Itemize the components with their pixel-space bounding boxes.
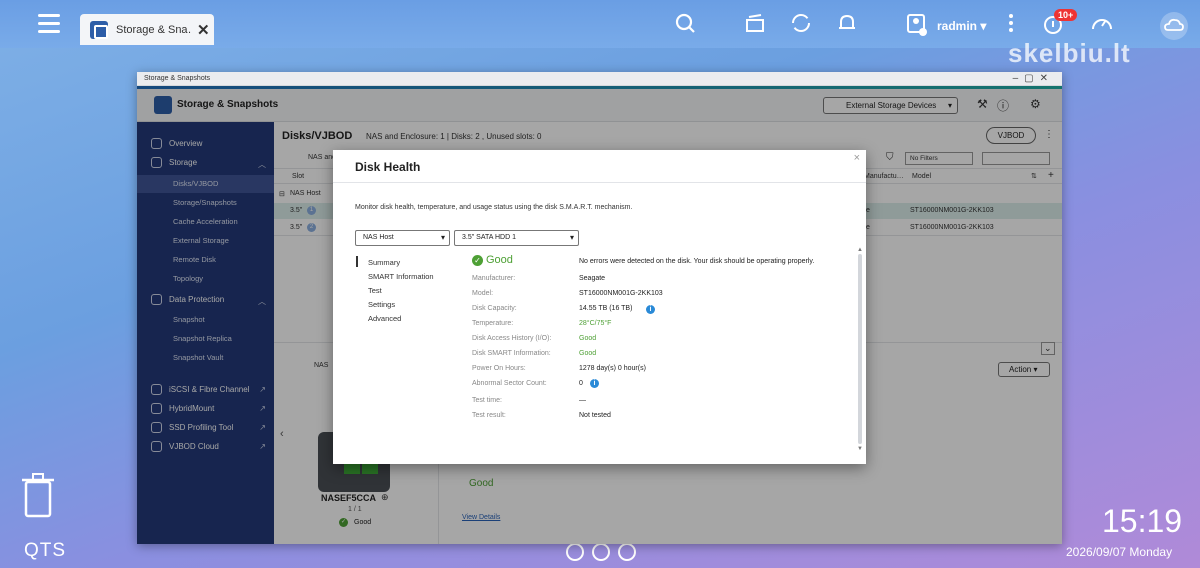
field-label: Disk SMART Information:	[472, 350, 551, 357]
trash-icon[interactable]	[18, 470, 58, 520]
field-value-smart-info: Good	[579, 350, 597, 357]
window-controls[interactable]: –▢✕	[1013, 73, 1054, 84]
field-label: Test time:	[472, 397, 502, 404]
resource-monitor-icon[interactable]	[1090, 12, 1114, 34]
watermark-logo: skelbiu.lt	[1008, 38, 1131, 68]
user-menu[interactable]: radmin ▾	[937, 19, 986, 33]
disk-select[interactable]: 3.5" SATA HDD 1	[454, 230, 579, 246]
close-tab-icon[interactable]: ✕	[197, 21, 210, 39]
dialog-scrollbar[interactable]	[858, 254, 862, 444]
field-value-abnormal-sectors: 0	[579, 380, 583, 387]
field-label: Abnormal Sector Count:	[472, 380, 547, 387]
status-message: No errors were detected on the disk. You…	[579, 258, 815, 265]
nav-smart-information[interactable]: SMART Information	[368, 272, 434, 281]
sector-info-icon[interactable]: i	[590, 379, 599, 388]
username: radmin	[937, 19, 978, 33]
dock-cloud-icon[interactable]	[566, 543, 584, 561]
dialog-title: Disk Health	[355, 160, 421, 174]
window-title: Storage & Snapshots	[144, 75, 211, 82]
clock-date: 2026/09/07 Monday	[1066, 545, 1173, 559]
field-label: Model:	[472, 290, 494, 297]
field-value-capacity: 14.55 TB (16 TB)	[579, 305, 633, 312]
more-options-icon[interactable]	[1006, 12, 1016, 34]
host-select-value: NAS Host	[363, 234, 394, 241]
field-value-manufacturer: Seagate	[579, 275, 606, 282]
media-icon[interactable]	[744, 12, 766, 34]
nav-advanced[interactable]: Advanced	[368, 314, 401, 323]
search-icon[interactable]	[674, 12, 696, 34]
os-label: QTS	[24, 540, 67, 561]
field-label: Disk Capacity:	[472, 305, 517, 312]
field-label: Manufacturer:	[472, 275, 516, 282]
field-label: Disk Access History (I/O):	[472, 335, 552, 342]
cloud-icon[interactable]	[1160, 12, 1188, 40]
dock-pause-icon[interactable]	[618, 543, 636, 561]
dialog-description: Monitor disk health, temperature, and us…	[355, 204, 633, 211]
field-value-test-time: —	[579, 397, 586, 404]
field-label: Temperature:	[472, 320, 514, 327]
field-value-access-history: Good	[579, 335, 597, 342]
field-value-temperature: 28°C/75°F	[579, 320, 612, 327]
field-label: Power On Hours:	[472, 365, 526, 372]
scroll-up-icon[interactable]: ▲	[857, 247, 863, 253]
capacity-info-icon[interactable]: i	[646, 305, 655, 314]
storage-app-icon	[90, 20, 108, 39]
scroll-down-icon[interactable]: ▼	[857, 446, 863, 452]
field-value-test-result: Not tested	[579, 412, 611, 419]
nav-settings[interactable]: Settings	[368, 300, 395, 309]
user-icon[interactable]	[906, 12, 928, 36]
host-select[interactable]: NAS Host	[355, 230, 450, 246]
sync-icon[interactable]	[790, 12, 812, 34]
field-value-power-on-hours: 1278 day(s) 0 hour(s)	[579, 365, 646, 372]
check-icon: ✓	[472, 254, 483, 266]
close-icon[interactable]: ×	[854, 152, 860, 164]
tab-storage-snapshots[interactable]: Storage & Sna… ✕	[80, 14, 214, 45]
health-status-text: Good	[486, 254, 513, 266]
dock-tools-icon[interactable]	[592, 543, 610, 561]
nav-test[interactable]: Test	[368, 286, 382, 295]
disk-health-dialog: Disk Health × Monitor disk health, tempe…	[333, 150, 866, 464]
main-menu-icon[interactable]	[38, 14, 60, 34]
disk-select-value: 3.5" SATA HDD 1	[462, 234, 516, 241]
nav-summary[interactable]: Summary	[368, 258, 400, 267]
tab-label: Storage & Sna…	[116, 23, 191, 36]
nav-active-marker	[356, 256, 358, 267]
window-titlebar: Storage & Snapshots –▢✕	[137, 72, 1062, 86]
clock-time: 15:19	[1102, 503, 1183, 539]
field-value-model: ST16000NM001G-2KK103	[579, 290, 663, 297]
health-status: ✓ Good	[472, 254, 513, 266]
notification-badge: 10+	[1054, 9, 1078, 21]
bell-icon[interactable]	[836, 12, 858, 34]
dock	[566, 543, 636, 561]
dialog-divider	[333, 182, 866, 183]
field-label: Test result:	[472, 412, 506, 419]
